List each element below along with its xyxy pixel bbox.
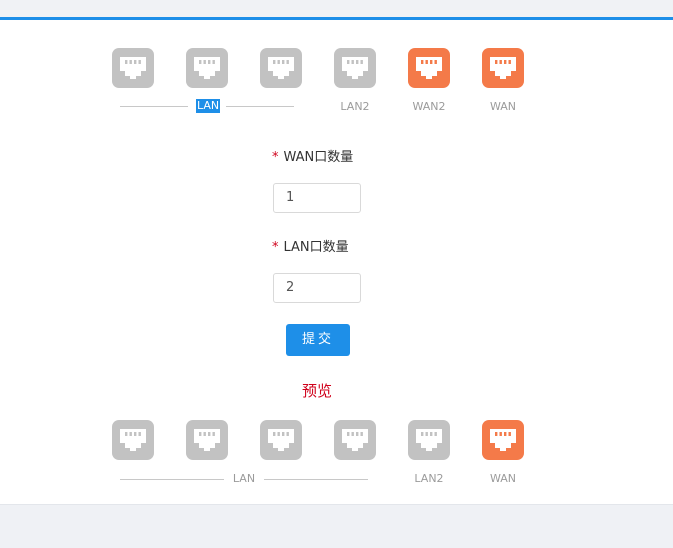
ethernet-port-icon	[260, 48, 302, 88]
port-label-wan2: WAN2	[412, 100, 446, 113]
wan-count-label: * WAN口数量	[272, 150, 353, 166]
ethernet-port-icon	[408, 48, 450, 88]
required-mark: *	[272, 240, 279, 255]
ethernet-port-icon	[186, 48, 228, 88]
ethernet-port-icon	[408, 420, 450, 460]
ethernet-port-icon	[112, 48, 154, 88]
port-label-lan2: LAN2	[414, 472, 444, 485]
ethernet-port-icon	[334, 420, 376, 460]
preview-title: 预览	[302, 382, 333, 400]
lan-group-line-right	[264, 479, 368, 480]
required-mark: *	[272, 150, 279, 165]
top-bar	[0, 0, 673, 17]
wan-count-input[interactable]: 1	[273, 183, 361, 213]
lan-count-label-text: LAN口数量	[283, 240, 349, 255]
submit-button[interactable]: 提交	[286, 324, 350, 356]
wan-count-label-text: WAN口数量	[283, 150, 354, 165]
lan-group-label: LAN	[196, 99, 221, 113]
lan-group-line-right	[226, 106, 294, 107]
ethernet-port-icon	[186, 420, 228, 460]
lan-count-input[interactable]: 2	[273, 273, 361, 303]
port-label-wan: WAN	[489, 472, 517, 485]
ethernet-port-icon	[482, 420, 524, 460]
lan-group-line-left	[120, 106, 188, 107]
settings-panel: LAN LAN2 WAN2 WAN * WAN口数量 1 * LAN口数量 2 提交…	[0, 20, 673, 505]
ethernet-port-icon	[482, 48, 524, 88]
port-label-wan: WAN	[489, 100, 517, 113]
ethernet-port-icon	[112, 420, 154, 460]
ethernet-port-icon	[334, 48, 376, 88]
lan-group-line-left	[120, 479, 224, 480]
ethernet-port-icon	[260, 420, 302, 460]
port-label-lan2: LAN2	[340, 100, 370, 113]
lan-count-label: * LAN口数量	[272, 240, 349, 256]
